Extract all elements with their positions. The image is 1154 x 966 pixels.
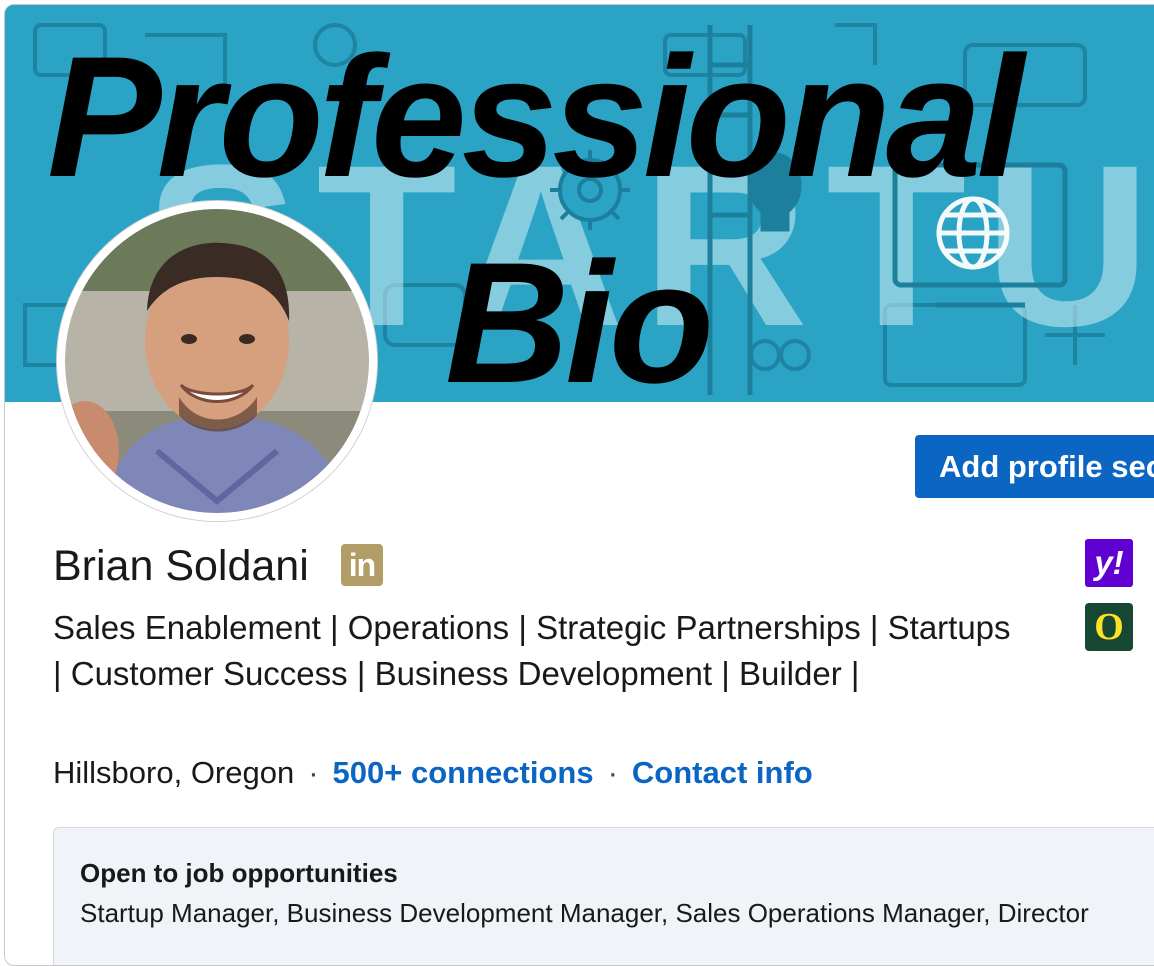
profile-avatar[interactable] bbox=[57, 201, 377, 521]
connections-link[interactable]: 500+ connections bbox=[333, 755, 594, 790]
profile-meta-row: Hillsboro, Oregon · 500+ connections · Conta… bbox=[53, 753, 813, 793]
overlay-title-bio: Bio bbox=[445, 227, 714, 419]
meta-separator: · bbox=[607, 755, 618, 790]
linkedin-premium-icon[interactable]: in bbox=[341, 544, 383, 586]
open-to-work-card[interactable]: Open to job opportunities Startup Manage… bbox=[53, 827, 1154, 965]
meta-separator: · bbox=[308, 755, 319, 790]
contact-info-link[interactable]: Contact info bbox=[632, 755, 813, 790]
add-profile-section-button[interactable]: Add profile section bbox=[915, 435, 1154, 498]
profile-card: STARTU Professional Bio Add profile se B… bbox=[4, 4, 1154, 966]
open-to-work-roles: Startup Manager, Business Development Ma… bbox=[80, 898, 1089, 928]
yahoo-logo-icon[interactable]: y! bbox=[1085, 539, 1133, 587]
overlay-title-professional: Professional bbox=[47, 21, 1024, 213]
profile-name: Brian Soldani bbox=[53, 542, 309, 590]
open-to-work-title: Open to job opportunities bbox=[80, 858, 398, 888]
profile-headline: Sales Enablement | Operations | Strategi… bbox=[53, 609, 1011, 692]
profile-location: Hillsboro, Oregon bbox=[53, 755, 295, 790]
oregon-o-glyph: O bbox=[1094, 606, 1124, 648]
university-of-oregon-logo-icon[interactable]: O bbox=[1085, 603, 1133, 651]
